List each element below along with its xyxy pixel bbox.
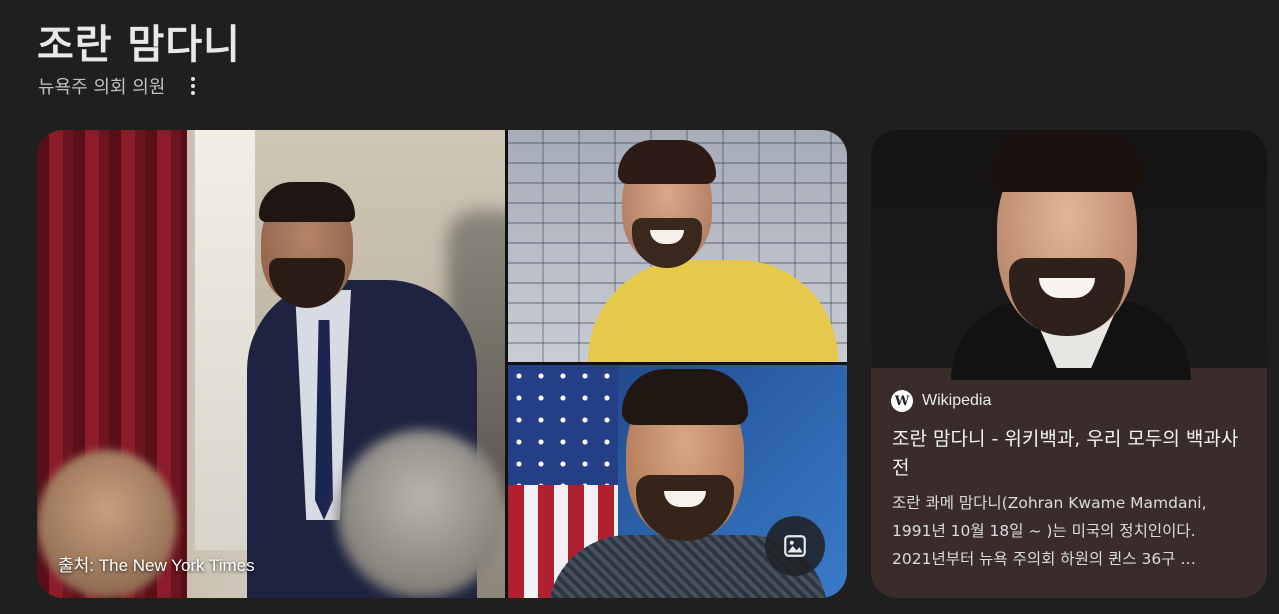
photo-hair (622, 369, 748, 425)
wiki-snippet-line: 2021년부터 뉴욕 주의회 하원의 퀸스 36구 … (892, 550, 1196, 568)
subtitle-row: 뉴욕주 의회 의원 (38, 72, 203, 100)
wiki-source-name: Wikipedia (922, 392, 992, 409)
image-search-icon[interactable] (765, 516, 825, 576)
photo-flag-stars (508, 365, 618, 485)
more-dot (191, 84, 196, 88)
page-title: 조란 맘다니 (37, 22, 241, 68)
photo-shirt (588, 260, 838, 362)
wikipedia-logo-icon: W (891, 390, 913, 412)
photo-flag-portrait[interactable] (508, 365, 847, 598)
photo-person-hair (259, 182, 355, 222)
wiki-source: W Wikipedia (891, 390, 991, 412)
wiki-title[interactable]: 조란 맘다니 - 위키백과, 우리 모두의 백과사전 (892, 425, 1252, 483)
knowledge-panel: 조란 맘다니 뉴욕주 의회 의원 출처: The New York Times (0, 0, 1279, 614)
wiki-snippet: 조란 콰메 맘다니(Zohran Kwame Mamdani, 1991년 10… (892, 489, 1258, 573)
more-dot (191, 91, 196, 95)
photo-window (195, 130, 255, 550)
image-icon (784, 535, 806, 557)
image-collage: 출처: The New York Times (37, 130, 847, 598)
entity-subtitle: 뉴욕주 의회 의원 (38, 77, 166, 98)
more-vert-icon[interactable] (183, 72, 203, 100)
main-photo[interactable]: 출처: The New York Times (37, 130, 505, 598)
wikipedia-card[interactable]: W Wikipedia 조란 맘다니 - 위키백과, 우리 모두의 백과사전 조… (871, 130, 1267, 598)
wiki-portrait (871, 130, 1267, 380)
more-dot (191, 77, 196, 81)
photo-beard (636, 475, 734, 541)
photo-hair (989, 130, 1145, 192)
wiki-snippet-line: 1991년 10월 18일 ~ )는 미국의 정치인이다. (892, 522, 1196, 540)
photo-yellow-shirt[interactable] (508, 130, 847, 362)
image-source-caption: 출처: The New York Times (58, 556, 255, 575)
photo-blur-head (337, 430, 505, 598)
wiki-snippet-line: 조란 콰메 맘다니(Zohran Kwame Mamdani, (892, 494, 1207, 512)
photo-hair (618, 140, 716, 184)
